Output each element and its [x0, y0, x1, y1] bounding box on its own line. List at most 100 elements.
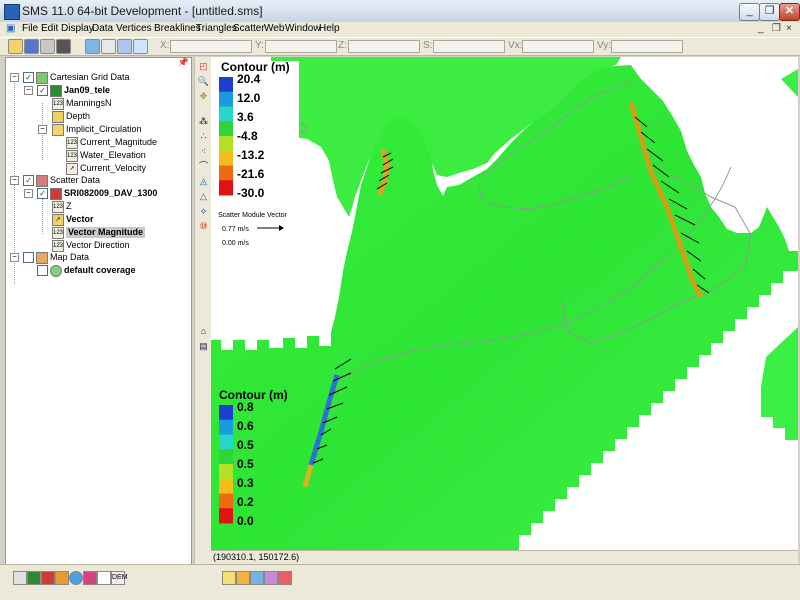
x-field[interactable] [170, 40, 252, 53]
zoom-tool-icon[interactable]: 🔍 [197, 75, 210, 88]
tree-item-manningsn[interactable]: 123 ManningsN [6, 98, 186, 110]
mesh-module-icon[interactable] [13, 571, 27, 585]
breakline-tool-icon[interactable]: ⌒ [197, 160, 210, 173]
menu-edit[interactable]: Edit [41, 23, 58, 34]
tree-item-z[interactable]: 123 Z [6, 201, 186, 213]
menu-help[interactable]: Help [319, 23, 340, 34]
tree-item-water-elevation[interactable]: 123 Water_Elevation [6, 150, 186, 162]
menu-display[interactable]: Display [61, 23, 94, 34]
dataset-icon: 123 [52, 227, 64, 239]
dataset-icon [52, 111, 64, 123]
tin-mode-icon[interactable] [264, 571, 278, 585]
menu-triangles[interactable]: Triangles [196, 23, 237, 34]
tree-item-map-data[interactable]: − Map Data [6, 252, 186, 264]
menu-breaklines[interactable]: Breaklines [154, 23, 201, 34]
gis-module-icon[interactable] [69, 571, 83, 585]
dem-module-icon[interactable]: DEM [111, 571, 128, 585]
tree-item-implicit-circulation[interactable]: − Implicit_Circulation [6, 124, 186, 136]
tree-item-vector[interactable]: ↗ Vector [6, 214, 186, 226]
legend-value-label: -13.2 [237, 148, 265, 162]
visibility-checkbox[interactable]: ✓ [37, 188, 48, 199]
label-tool-icon[interactable]: ⑩ [197, 220, 210, 233]
restore-button[interactable]: ❐ [759, 3, 780, 21]
menu-window[interactable]: Window [285, 23, 321, 34]
menu-data[interactable]: Data [92, 23, 113, 34]
raster-module-icon[interactable] [97, 571, 111, 585]
menu-vertices[interactable]: Vertices [116, 23, 152, 34]
triangle-tool-icon[interactable]: △ [197, 190, 210, 203]
tree-item-scatter-set[interactable]: − ✓ SRI082009_DAV_1300 [6, 188, 186, 200]
refresh-icon[interactable] [85, 39, 100, 54]
document-icon[interactable]: ▣ [6, 23, 15, 34]
tree-item-cartesian-grid-data[interactable]: − ✓ Cartesian Grid Data [6, 72, 186, 84]
boundary-mode-icon[interactable] [250, 571, 264, 585]
visibility-checkbox[interactable]: ✓ [23, 175, 34, 186]
plot-mode-icon[interactable] [278, 571, 292, 585]
create-vertex-tool-icon[interactable]: ∴ [197, 130, 210, 143]
menu-web[interactable]: Web [264, 23, 284, 34]
tree-item-current-magnitude[interactable]: 123 Current_Magnitude [6, 137, 186, 149]
visibility-checkbox[interactable] [37, 265, 48, 276]
graphics-window[interactable]: Contour (m) 20.4 12.0 3.6 -4.8 -13.2 -21.6 -30… [211, 57, 798, 550]
triangle-mode-icon[interactable] [236, 571, 250, 585]
visibility-checkbox[interactable]: ✓ [23, 72, 34, 83]
pan-tool-icon[interactable]: ✥ [197, 90, 210, 103]
status-bar: (190310.1, 150172.6) [211, 550, 798, 565]
vertex-tool-icon[interactable]: ⁖ [197, 145, 210, 158]
rotate-icon[interactable] [133, 39, 148, 54]
tree-label: Jan09_tele [64, 85, 111, 95]
contour-tool-icon[interactable]: ⟡ [197, 205, 210, 218]
legend-color-swatch [219, 493, 233, 509]
collapse-icon[interactable]: − [24, 86, 33, 95]
tree-item-default-coverage[interactable]: default coverage [6, 265, 186, 277]
menu-scatter[interactable]: Scatter [233, 23, 265, 34]
s-field[interactable] [433, 40, 505, 53]
print-icon[interactable] [40, 39, 55, 54]
collapse-icon[interactable]: − [10, 253, 19, 262]
collapse-icon[interactable]: − [10, 73, 19, 82]
tree-item-jan09-tele[interactable]: − ✓ Jan09_tele [6, 85, 186, 97]
menu-file[interactable]: File [22, 23, 38, 34]
tree-item-vector-direction[interactable]: 123 Vector Direction [6, 240, 186, 252]
select-tool-icon[interactable]: ◰ [197, 60, 210, 73]
mdi-restore-button[interactable]: ❐ [772, 23, 781, 34]
open-icon[interactable] [8, 39, 23, 54]
map-module-icon[interactable] [55, 571, 69, 585]
collapse-icon[interactable]: − [10, 176, 19, 185]
tree-label: Map Data [50, 252, 90, 262]
triangle-select-tool-icon[interactable]: ◬ [197, 175, 210, 188]
gage-tool-icon[interactable]: ⌂ [197, 325, 210, 338]
minimize-button[interactable]: _ [739, 3, 760, 21]
close-button[interactable]: ✕ [779, 3, 800, 21]
particle-module-icon[interactable] [83, 571, 97, 585]
tree-label: Cartesian Grid Data [50, 72, 130, 82]
visibility-checkbox[interactable]: ✓ [37, 85, 48, 96]
visibility-checkbox[interactable] [23, 252, 34, 263]
frame-icon[interactable] [117, 39, 132, 54]
plot-tool-icon[interactable]: ▤ [197, 340, 210, 353]
tree-item-vector-magnitude[interactable]: 123 Vector Magnitude [6, 227, 186, 239]
grid-module-icon[interactable] [27, 571, 41, 585]
pin-icon[interactable]: 📌 [178, 57, 189, 68]
legend-value-label: -4.8 [237, 129, 258, 143]
mesh-region-east-tip [781, 69, 798, 97]
vx-field[interactable] [522, 40, 594, 53]
tree-item-current-velocity[interactable]: ↗ Current_Velocity [6, 163, 186, 175]
y-field[interactable] [265, 40, 337, 53]
save-icon[interactable] [24, 39, 39, 54]
collapse-icon[interactable]: − [38, 125, 47, 134]
mdi-close-button[interactable]: × [786, 23, 792, 34]
tree-item-depth[interactable]: Depth [6, 111, 186, 123]
vy-label: Vy: [597, 40, 612, 51]
select-vertex-tool-icon[interactable]: ⁂ [197, 115, 210, 128]
mdi-minimize-button[interactable]: _ [758, 23, 764, 34]
vy-field[interactable] [611, 40, 683, 53]
scatter-module-icon[interactable] [41, 571, 55, 585]
tree-label: Scatter Data [50, 175, 101, 185]
vertex-mode-icon[interactable] [222, 571, 236, 585]
zoom-icon[interactable] [101, 39, 116, 54]
collapse-icon[interactable]: − [24, 189, 33, 198]
delete-icon[interactable] [56, 39, 71, 54]
tree-item-scatter-data[interactable]: − ✓ Scatter Data [6, 175, 186, 187]
z-field[interactable] [348, 40, 420, 53]
